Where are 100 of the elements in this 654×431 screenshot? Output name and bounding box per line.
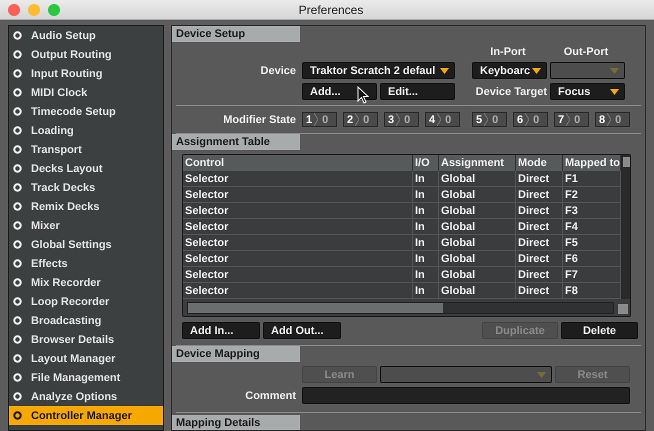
table-cell: F6 xyxy=(563,251,621,267)
in-port-dropdown[interactable]: Keyboarc xyxy=(472,62,547,79)
vertical-scrollbar[interactable] xyxy=(621,155,630,299)
window-title: Preferences xyxy=(298,2,364,16)
modifier-state-indicator: 5 0 xyxy=(472,112,507,127)
column-header[interactable]: I/O xyxy=(413,155,439,171)
table-cell: Selector xyxy=(183,251,413,267)
sidebar-item[interactable]: Decks Layout xyxy=(9,159,163,178)
horizontal-scrollbar[interactable] xyxy=(187,302,614,314)
radio-icon xyxy=(13,240,22,249)
sidebar-item[interactable]: Browser Details xyxy=(9,330,163,349)
table-action-button[interactable]: Add In... xyxy=(182,322,260,339)
sidebar-item[interactable]: Track Decks xyxy=(9,178,163,197)
radio-icon xyxy=(13,335,22,344)
sidebar-item[interactable]: Controller Manager xyxy=(9,406,163,425)
table-action-button[interactable]: Add Out... xyxy=(263,322,341,339)
table-cell: In xyxy=(413,283,439,299)
table-cell: Selector xyxy=(183,187,413,203)
table-cell: F5 xyxy=(563,235,621,251)
table-cell: Global xyxy=(439,283,516,299)
column-header[interactable]: Assignment xyxy=(439,155,516,171)
table-cell: Direct xyxy=(516,203,563,219)
out-port-label: Out-Port xyxy=(562,46,610,58)
radio-icon xyxy=(13,278,22,287)
table-cell: Selector xyxy=(183,171,413,187)
scrollbar-corner xyxy=(618,304,628,314)
sidebar-item[interactable]: Loop Recorder xyxy=(9,292,163,311)
radio-icon xyxy=(13,202,22,211)
sidebar-item[interactable]: Mixer xyxy=(9,216,163,235)
column-header[interactable]: Control xyxy=(183,155,413,171)
add-button[interactable]: Add... xyxy=(302,83,377,100)
sidebar-item[interactable]: Output Routing xyxy=(9,45,163,64)
table-cell: Global xyxy=(439,203,516,219)
table-cell: F7 xyxy=(563,267,621,283)
sidebar-item[interactable]: Mix Recorder xyxy=(9,273,163,292)
radio-icon xyxy=(13,259,22,268)
radio-icon xyxy=(13,164,22,173)
table-cell: Direct xyxy=(516,283,563,299)
modifier-state-indicator: 4 0 xyxy=(425,112,460,127)
sidebar-item[interactable]: File Management xyxy=(9,368,163,387)
section-header: Device Mapping xyxy=(172,346,300,362)
dropdown-arrow-icon xyxy=(610,88,619,94)
radio-icon xyxy=(13,107,22,116)
device-dropdown[interactable]: Traktor Scratch 2 defaul xyxy=(302,62,455,79)
radio-icon xyxy=(13,297,22,306)
modifier-state-indicator: 8 0 xyxy=(595,112,630,127)
table-cell: In xyxy=(413,219,439,235)
table-cell: Selector xyxy=(183,219,413,235)
sidebar-item[interactable]: Layout Manager xyxy=(9,349,163,368)
minimize-button[interactable] xyxy=(28,4,40,16)
sidebar-item[interactable]: Analyze Options xyxy=(9,387,163,406)
maximize-button[interactable] xyxy=(48,4,60,16)
sidebar-item[interactable]: Effects xyxy=(9,254,163,273)
radio-icon xyxy=(13,88,22,97)
table-cell: Selector xyxy=(183,235,413,251)
table-cell: Global xyxy=(439,219,516,235)
sidebar-item[interactable]: MIDI Clock xyxy=(9,83,163,102)
table-cell: Selector xyxy=(183,203,413,219)
sidebar-item[interactable]: Global Settings xyxy=(9,235,163,254)
section-header: Device Setup xyxy=(172,26,300,42)
table-cell: Global xyxy=(439,235,516,251)
table-cell: F2 xyxy=(563,187,621,203)
table-cell: In xyxy=(413,251,439,267)
radio-icon xyxy=(13,373,22,382)
table-action-button[interactable]: Delete xyxy=(561,322,638,339)
comment-field[interactable] xyxy=(302,387,630,404)
column-header[interactable]: Mapped to xyxy=(563,155,621,171)
modifier-state-label: Modifier State xyxy=(222,114,297,126)
radio-icon xyxy=(13,50,22,59)
dropdown-arrow-icon xyxy=(440,68,449,74)
sidebar-item[interactable]: Broadcasting xyxy=(9,311,163,330)
dropdown-arrow-icon xyxy=(532,68,541,74)
sidebar-item[interactable]: Transport xyxy=(9,140,163,159)
device-target-dropdown[interactable]: Focus xyxy=(550,83,625,100)
dropdown-arrow-icon xyxy=(610,68,619,74)
sidebar-item[interactable]: Audio Setup xyxy=(9,26,163,45)
sidebar-item[interactable]: Loading xyxy=(9,121,163,140)
modifier-state-indicator: 2 0 xyxy=(343,112,378,127)
radio-icon xyxy=(13,354,22,363)
in-port-label: In-Port xyxy=(489,46,527,58)
table-cell: F3 xyxy=(563,203,621,219)
edit-button[interactable]: Edit... xyxy=(380,83,455,100)
section-header: Mapping Details xyxy=(172,415,300,430)
table-cell: In xyxy=(413,171,439,187)
table-cell: Direct xyxy=(516,267,563,283)
radio-icon xyxy=(13,392,22,401)
device-target-label: Device Target xyxy=(474,86,548,98)
sidebar-item[interactable]: Input Routing xyxy=(9,64,163,83)
modifier-state-indicator: 1 0 xyxy=(302,112,337,127)
column-header[interactable]: Mode xyxy=(516,155,563,171)
radio-icon xyxy=(13,126,22,135)
table-cell: In xyxy=(413,235,439,251)
table-cell: Direct xyxy=(516,251,563,267)
modifier-state-indicator: 6 0 xyxy=(513,112,548,127)
mapping-dropdown[interactable] xyxy=(380,366,552,383)
modifier-state-indicator: 3 0 xyxy=(384,112,419,127)
sidebar-item[interactable]: Remix Decks xyxy=(9,197,163,216)
table-cell: Direct xyxy=(516,171,563,187)
sidebar-item[interactable]: Timecode Setup xyxy=(9,102,163,121)
close-button[interactable] xyxy=(8,4,20,16)
